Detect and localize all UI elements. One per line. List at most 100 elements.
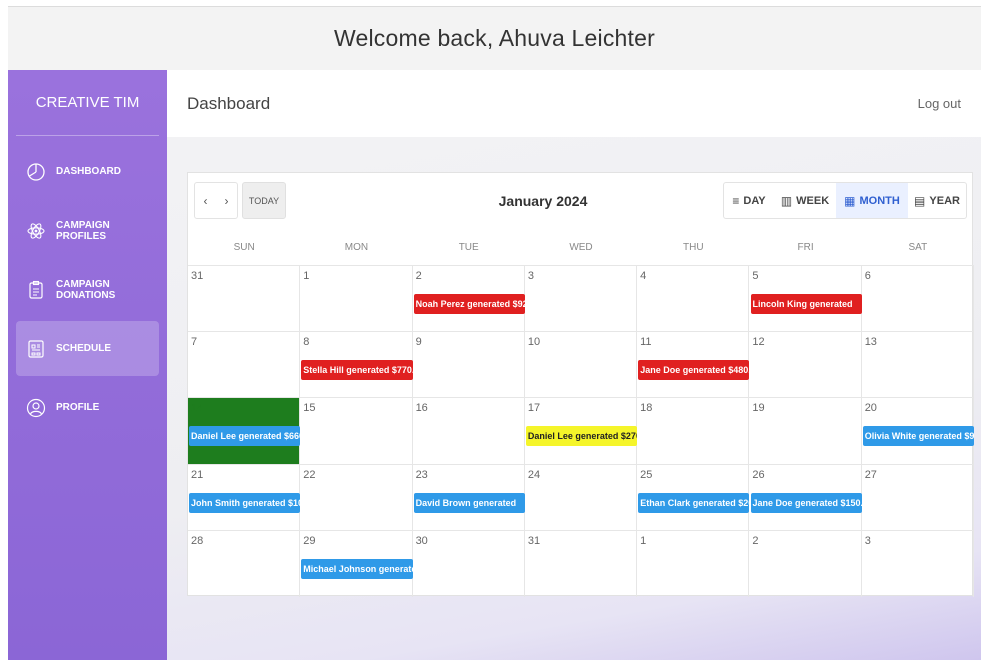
next-month-button[interactable]: › (225, 194, 229, 208)
week-row: 28 29 30 31 1 2 3 Michael Johnson generated (188, 530, 974, 597)
day-number: 24 (527, 468, 541, 481)
calendar-event[interactable]: Lincoln King generated (750, 294, 862, 314)
day-cell[interactable]: 1 (300, 266, 413, 332)
day-number: 12 (752, 336, 765, 349)
day-cell[interactable]: 22 (300, 464, 413, 530)
day-cell[interactable]: 16 (413, 398, 525, 464)
week-row: 21 22 23 24 25 26 27 John Smith generated $100.… (188, 464, 974, 531)
day-number: 30 (415, 534, 428, 547)
day-cell[interactable]: 27 (862, 464, 974, 530)
calendar-event[interactable]: Jane Doe generated $480.00 (638, 360, 750, 381)
sidebar-item-label: CAMPAIGN DONATIONS (56, 278, 116, 301)
view-label: WEEK (796, 194, 830, 207)
prev-month-button[interactable]: ‹ (204, 194, 208, 208)
day-number: 20 (864, 402, 877, 415)
day-view-icon: ≡ (732, 193, 740, 208)
day-number: 17 (527, 402, 541, 415)
day-cell[interactable]: 13 (862, 332, 974, 398)
calendar-title: January 2024 (498, 193, 588, 209)
calendar-event[interactable]: Ethan Clark generated $200.00 (638, 492, 750, 513)
atom-icon (26, 221, 46, 241)
sidebar-item-schedule[interactable]: SCHEDULE (16, 321, 159, 376)
day-cell[interactable]: 24 (525, 464, 638, 530)
sidebar-item-campaign-donations[interactable]: CAMPAIGN DONATIONS (16, 262, 159, 317)
welcome-text: Welcome back, Ahuva Leichter (334, 25, 655, 51)
calendar-event[interactable]: Jane Doe generated $150.25 (750, 492, 862, 513)
sidebar-item-campaign-profiles[interactable]: CAMPAIGN PROFILES (16, 203, 159, 258)
week-row: 31 1 2 3 4 5 6 Noah Perez generated $920.45 Linc… (188, 266, 974, 333)
view-day-button[interactable]: ≡ DAY (724, 183, 774, 218)
day-number: 11 (640, 336, 652, 349)
day-cell[interactable]: 31 (188, 266, 301, 332)
day-number: 4 (640, 270, 647, 282)
day-cell[interactable]: 12 (749, 332, 862, 398)
day-cell[interactable]: 30 (413, 530, 525, 597)
day-number: 23 (415, 468, 428, 481)
dashboard-gauge-icon (26, 162, 46, 182)
page-title: Dashboard (187, 93, 271, 113)
calendar-event[interactable]: David Brown generated (413, 492, 525, 513)
calendar-toolbar: ‹ › TODAY January 2024 ≡ DAY ▥ WEEK ▦ MO… (188, 173, 974, 229)
day-number: 9 (415, 336, 422, 349)
weekday-header: FRI (797, 241, 814, 253)
calendar-event[interactable]: Noah Perez generated $920.45 (413, 294, 525, 314)
day-cell[interactable]: 31 (525, 530, 638, 597)
calendar-event[interactable]: Daniel Lee generated $660.20 (189, 426, 301, 447)
sidebar-item-label: DASHBOARD (56, 166, 121, 177)
calendar-month-grid: 31123456Noah Perez generated $920.45Linc… (188, 266, 975, 597)
view-label: MONTH (859, 194, 900, 207)
day-cell[interactable]: 1 (637, 530, 750, 597)
weekday-header: THU (682, 241, 704, 253)
year-view-icon: ▤ (914, 193, 926, 208)
weekday-header: SAT (908, 241, 928, 253)
calendar-event[interactable]: Olivia White generated $920.40 (862, 426, 975, 447)
day-number: 5 (752, 270, 759, 282)
day-cell[interactable]: 10 (525, 332, 638, 398)
user-icon (26, 398, 46, 418)
calendar-event[interactable]: Daniel Lee generated $270.30 (525, 426, 638, 447)
day-cell[interactable]: 18 (637, 398, 750, 464)
day-number: 29 (303, 534, 316, 547)
calendar-event[interactable]: Michael Johnson generated (301, 558, 413, 579)
view-year-button[interactable]: ▤ YEAR (908, 183, 966, 218)
week-row: 14 15 16 17 18 19 20 Daniel Lee generated $660.… (188, 398, 975, 465)
day-cell[interactable]: 19 (749, 398, 862, 464)
calendar: ‹ › TODAY January 2024 ≡ DAY ▥ WEEK ▦ MO… (187, 172, 975, 597)
day-number: 2 (752, 534, 759, 547)
sidebar-item-label: CAMPAIGN PROFILES (56, 219, 110, 242)
day-number: 15 (303, 402, 316, 415)
day-number: 27 (864, 468, 877, 481)
view-label: DAY (743, 194, 766, 207)
day-cell[interactable]: 28 (188, 530, 301, 597)
calendar-event[interactable]: John Smith generated $100.00 (189, 492, 301, 513)
day-cell[interactable]: 2 (749, 530, 862, 597)
day-number: 31 (527, 534, 541, 547)
view-switcher: ≡ DAY ▥ WEEK ▦ MONTH ▤ YEAR (723, 182, 967, 219)
month-view-icon: ▦ (844, 193, 856, 208)
day-number: 1 (303, 270, 310, 282)
day-cell[interactable]: 4 (637, 266, 750, 332)
day-number: 28 (191, 534, 204, 547)
main-content: Dashboard Log out ‹ › TODAY January 2024… (167, 70, 981, 660)
day-cell[interactable]: 6 (862, 266, 974, 332)
day-number: 31 (191, 270, 204, 282)
sidebar-item-dashboard[interactable]: DASHBOARD (16, 144, 159, 199)
day-cell[interactable]: 9 (413, 332, 525, 398)
day-cell[interactable]: 3 (862, 530, 974, 597)
day-cell[interactable]: 15 (300, 398, 413, 464)
day-number: 1 (640, 534, 647, 547)
day-number: 3 (527, 270, 534, 282)
view-month-button[interactable]: ▦ MONTH (836, 183, 908, 218)
day-cell[interactable]: 7 (188, 332, 301, 398)
brand-logo-text[interactable]: CREATIVE TIM (16, 70, 159, 136)
calendar-event[interactable]: Stella Hill generated $770.60 (301, 360, 413, 381)
sidebar-item-profile[interactable]: PROFILE (16, 380, 159, 435)
day-number: 26 (752, 468, 765, 481)
day-number: 3 (864, 534, 871, 547)
today-button[interactable]: TODAY (242, 182, 286, 219)
weekday-header: SUN (233, 241, 255, 253)
view-label: YEAR (929, 194, 960, 207)
logout-link[interactable]: Log out (918, 96, 961, 111)
view-week-button[interactable]: ▥ WEEK (774, 183, 836, 218)
day-cell[interactable]: 3 (525, 266, 638, 332)
